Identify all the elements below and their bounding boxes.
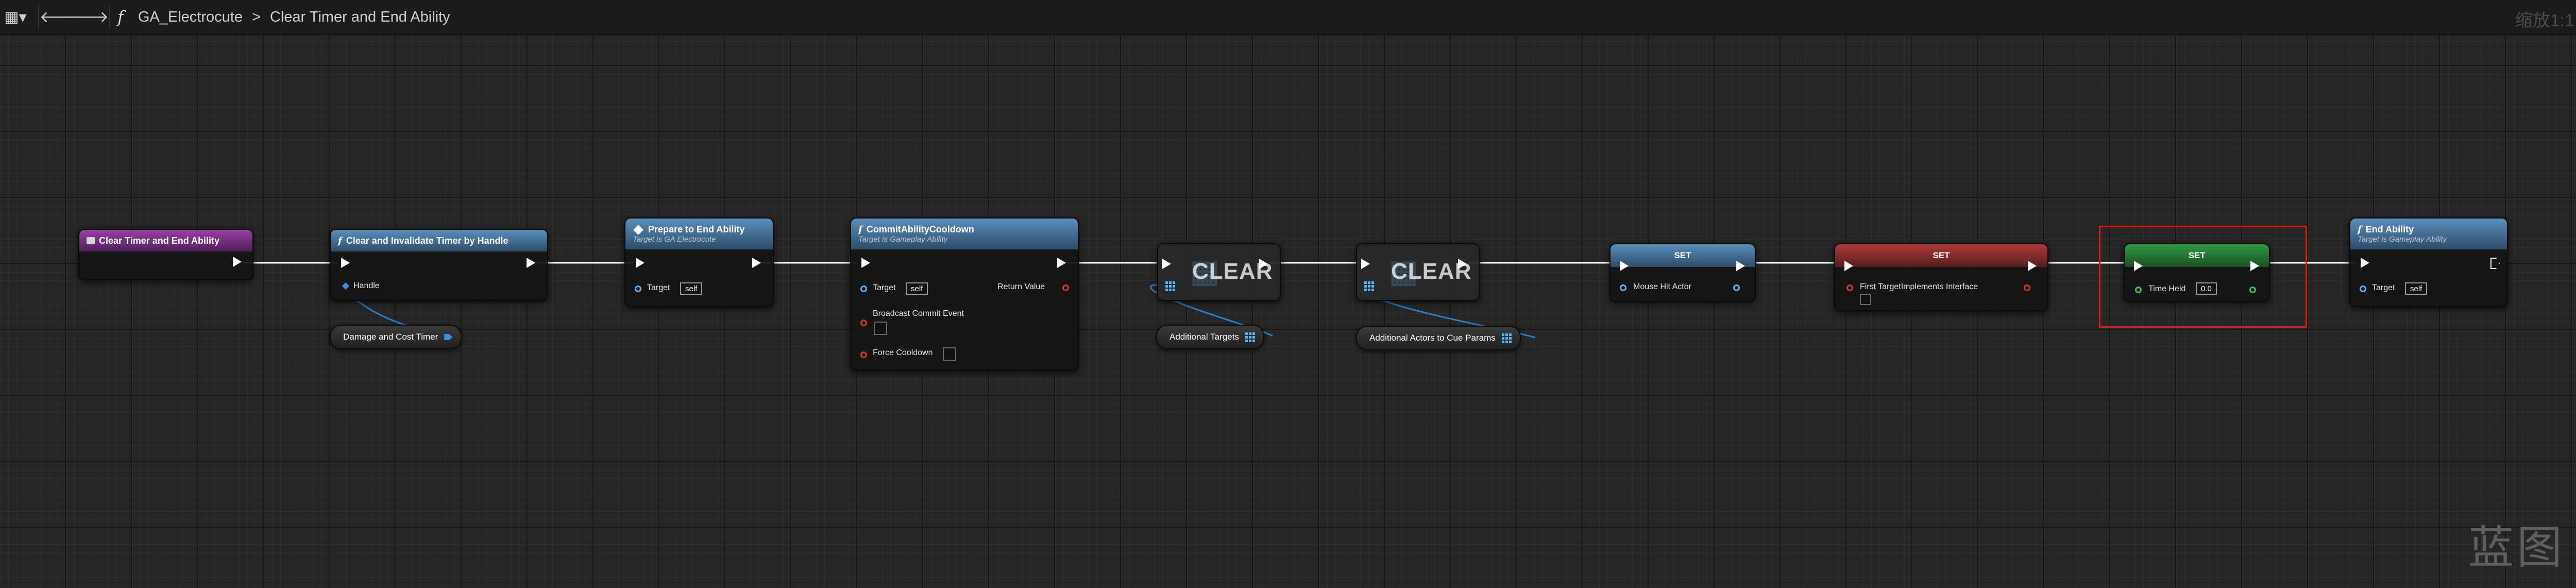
node-title: SET xyxy=(1674,250,1691,260)
bool-input-pin[interactable] xyxy=(1846,284,1853,291)
end-ability-node[interactable]: f End Ability Target is Gameplay Ability … xyxy=(2349,217,2508,307)
highlight-box xyxy=(2099,226,2307,328)
target-label: Target xyxy=(873,283,896,292)
exec-in-pin[interactable] xyxy=(1162,259,1171,269)
function-icon: f xyxy=(858,224,862,235)
target-pin[interactable] xyxy=(860,285,867,292)
exec-out-pin[interactable] xyxy=(752,258,761,268)
return-value-pin[interactable] xyxy=(1062,284,1069,291)
variable-name: Additional Actors to Cue Params xyxy=(1369,333,1496,343)
clear-timer-node[interactable]: f Clear and Invalidate Timer by Handle Ha… xyxy=(330,229,548,301)
exec-in-pin[interactable] xyxy=(1844,261,1853,271)
first-target-label: First TargetImplements Interface xyxy=(1860,282,1978,291)
exec-out-pin[interactable] xyxy=(527,258,535,268)
prepare-end-ability-node[interactable]: Prepare to End Ability Target is GA Elec… xyxy=(624,217,774,307)
array-pin-icon[interactable] xyxy=(1501,333,1512,343)
target-value[interactable]: self xyxy=(906,282,928,295)
broadcast-pin[interactable] xyxy=(860,320,867,326)
target-pin[interactable] xyxy=(2360,285,2366,292)
damage-timer-variable[interactable]: Damage and Cost Timer xyxy=(330,325,462,349)
force-cooldown-checkbox[interactable] xyxy=(943,347,956,361)
exec-in-pin[interactable] xyxy=(1361,259,1370,269)
set-first-target-node[interactable]: SET First TargetImplements Interface xyxy=(1834,243,2048,311)
array-pin-icon[interactable] xyxy=(1165,281,1175,291)
exec-out-pin[interactable] xyxy=(1458,259,1467,269)
watermark: 蓝图 xyxy=(2468,521,2565,574)
target-value[interactable]: self xyxy=(680,282,703,295)
exec-out-pin[interactable] xyxy=(1736,261,1745,271)
variable-name: Additional Targets xyxy=(1170,332,1239,342)
cue-params-variable[interactable]: Additional Actors to Cue Params xyxy=(1356,326,1521,350)
bool-output-pin[interactable] xyxy=(2024,284,2030,291)
clear-array-node[interactable]: ▦ CLEAR xyxy=(1157,243,1281,301)
node-title: Clear and Invalidate Timer by Handle xyxy=(346,235,509,246)
mouse-hit-actor-pin[interactable] xyxy=(1620,284,1626,291)
exec-in-pin[interactable] xyxy=(1620,261,1629,271)
node-title: Clear Timer and End Ability xyxy=(99,235,220,246)
macro-icon xyxy=(633,224,643,235)
node-subtitle: Target is GA Electrocute xyxy=(633,235,716,244)
broadcast-label: Broadcast Commit Event xyxy=(873,309,964,318)
force-cooldown-label: Force Cooldown xyxy=(873,348,933,357)
broadcast-checkbox[interactable] xyxy=(874,322,887,335)
node-title: CommitAbilityCooldown xyxy=(866,224,974,234)
return-value-label: Return Value xyxy=(997,282,1045,291)
exec-out-pin[interactable] xyxy=(2490,258,2500,269)
node-title: SET xyxy=(1933,250,1950,260)
exec-in-pin[interactable] xyxy=(636,258,645,268)
node-title: End Ability xyxy=(2365,224,2414,234)
first-target-checkbox[interactable] xyxy=(1860,294,1871,305)
output-pin[interactable] xyxy=(1733,284,1740,291)
target-pin[interactable] xyxy=(635,285,641,292)
exec-in-pin[interactable] xyxy=(2361,258,2369,268)
variable-output-pin[interactable] xyxy=(444,334,453,340)
function-entry-node[interactable]: Clear Timer and End Ability xyxy=(78,229,253,280)
target-label: Target xyxy=(2372,283,2395,292)
force-cooldown-pin[interactable] xyxy=(860,351,867,358)
node-subtitle: Target is Gameplay Ability xyxy=(858,235,948,244)
node-title: Prepare to End Ability xyxy=(648,224,745,234)
exec-out-pin[interactable] xyxy=(1057,258,1066,268)
variable-name: Damage and Cost Timer xyxy=(343,332,438,342)
function-icon: f xyxy=(2358,224,2362,235)
node-subtitle: Target is Gameplay Ability xyxy=(2358,235,2447,244)
array-pin-icon[interactable] xyxy=(1364,281,1374,291)
target-value[interactable]: self xyxy=(2405,282,2428,295)
exec-out-pin[interactable] xyxy=(1259,259,1268,269)
function-icon: f xyxy=(338,235,342,246)
clear-array-node[interactable]: ▦ CLEAR xyxy=(1356,243,1480,301)
exec-out-pin[interactable] xyxy=(2028,261,2037,271)
mouse-hit-actor-label: Mouse Hit Actor xyxy=(1633,282,1691,291)
target-label: Target xyxy=(647,283,670,292)
handle-label: Handle xyxy=(353,281,380,290)
exec-out-pin[interactable] xyxy=(233,257,242,267)
function-entry-icon xyxy=(87,237,95,244)
exec-in-pin[interactable] xyxy=(861,258,870,268)
additional-targets-variable[interactable]: Additional Targets xyxy=(1156,325,1264,349)
handle-pin[interactable] xyxy=(342,282,350,290)
exec-in-pin[interactable] xyxy=(341,258,350,268)
set-mouse-hit-actor-node[interactable]: SET Mouse Hit Actor xyxy=(1609,243,1756,302)
array-pin-icon[interactable] xyxy=(1245,332,1255,342)
commit-cooldown-node[interactable]: f CommitAbilityCooldown Target is Gamepla… xyxy=(850,217,1079,371)
